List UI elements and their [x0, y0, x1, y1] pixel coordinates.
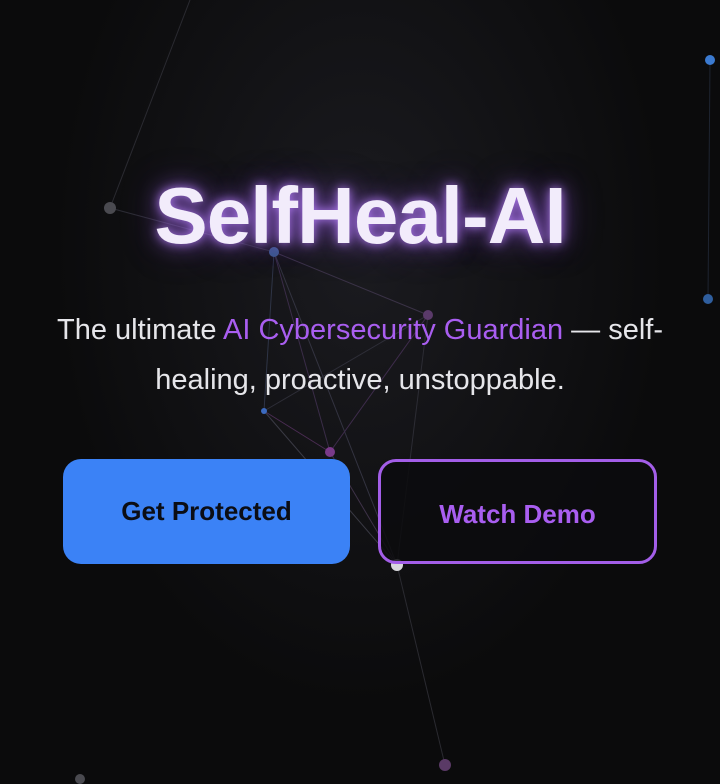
subtitle-lead-text: The ultimate — [56, 314, 224, 346]
hero-subtitle: The ultimate AI Cybersecurity Guardian —… — [40, 305, 680, 405]
network-node — [439, 759, 451, 771]
get-protected-button[interactable]: Get Protected — [63, 459, 350, 564]
network-node — [325, 447, 335, 457]
watch-demo-button[interactable]: Watch Demo — [378, 459, 657, 564]
subtitle-accent-text: AI Cybersecurity Guardian — [223, 314, 564, 346]
hero-title: SelfHeal-AI — [154, 171, 566, 260]
hero-section: SelfHeal-AI The ultimate AI Cybersecurit… — [0, 0, 720, 784]
network-node — [705, 55, 715, 65]
network-node — [703, 294, 713, 304]
network-node — [75, 774, 85, 784]
network-link — [396, 564, 446, 766]
network-node — [261, 408, 267, 414]
